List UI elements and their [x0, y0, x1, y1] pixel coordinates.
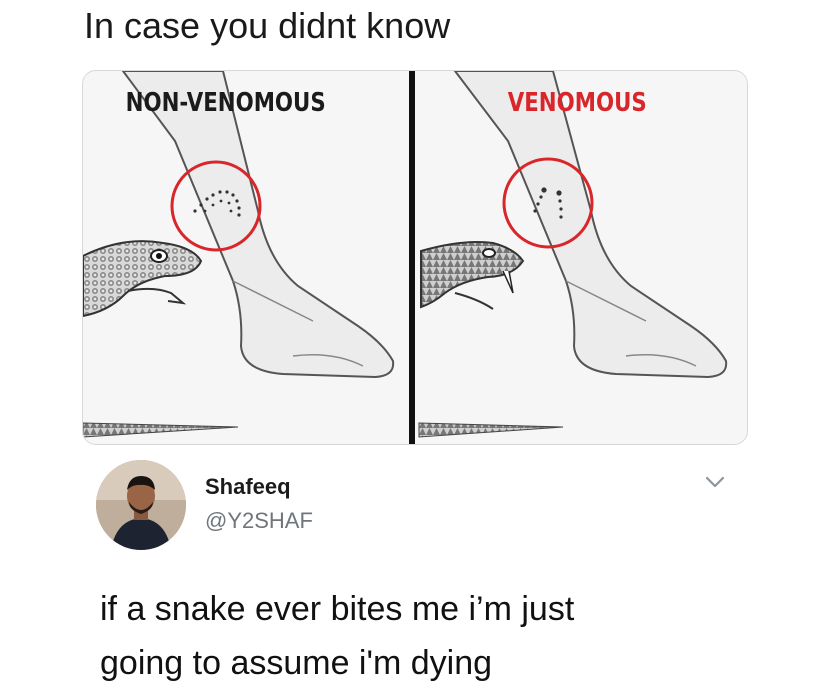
snake-bite-illustration: NON-VENOMOUS VENOMOUS: [82, 70, 748, 445]
avatar[interactable]: [96, 460, 186, 550]
illustration-svg: NON-VENOMOUS VENOMOUS: [83, 71, 728, 444]
tweet-line-2: going to assume i'm dying: [100, 644, 493, 682]
tweet-line-1: if a snake ever bites me i’m just: [100, 590, 575, 628]
chevron-down-icon[interactable]: [704, 474, 726, 490]
panel-non-venomous: [83, 71, 395, 438]
user-handle[interactable]: @Y2SHAF: [205, 508, 313, 534]
snake-tail-left: [83, 422, 239, 438]
panel-divider: [409, 71, 415, 444]
panel-venomous: [418, 71, 728, 438]
venomous-snake: [420, 241, 525, 310]
avatar-image: [96, 460, 186, 550]
label-venomous: VENOMOUS: [508, 87, 647, 118]
label-non-venomous: NON-VENOMOUS: [126, 87, 326, 118]
snake-tail-right: [418, 422, 564, 438]
tweet-text: if a snake ever bites me i’m just going …: [100, 582, 800, 690]
meme-caption: In case you didnt know: [84, 5, 451, 46]
user-display-name[interactable]: Shafeeq: [205, 474, 291, 500]
non-venomous-snake: [83, 240, 203, 318]
